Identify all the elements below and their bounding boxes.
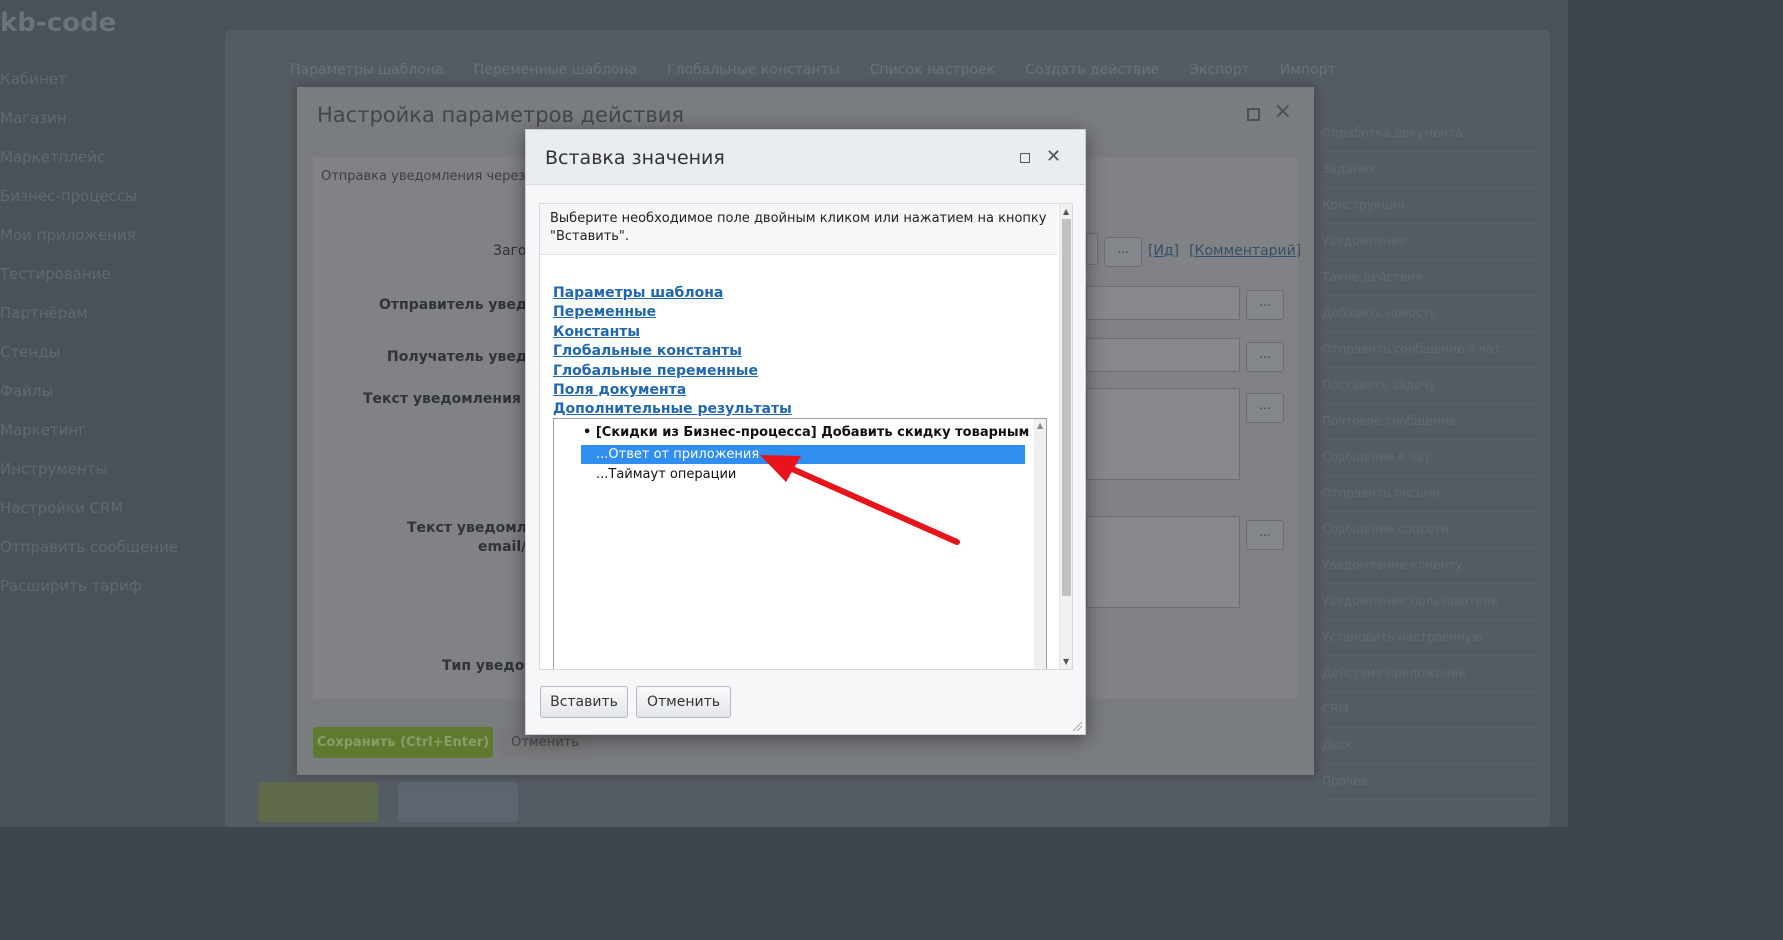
action-list-item-11: Сообщение соцсети (1322, 512, 1537, 548)
title-field-label: Заго (493, 243, 527, 259)
left-nav-item-0: Кабинет (0, 70, 67, 88)
action-list-item-9: Сообщение в чат (1322, 440, 1537, 476)
left-nav-item-2: Маркетплейс (0, 148, 106, 166)
scroll-down-icon[interactable]: ▼ (1063, 657, 1069, 666)
top-tab-5: Экспорт (1189, 62, 1250, 78)
action-list-item-13: Уведомление пользователя (1322, 584, 1537, 620)
top-tab-0: Параметры шаблона (290, 62, 444, 78)
action-list-item-5: Добавить новость (1322, 296, 1537, 332)
scroll-thumb[interactable] (1062, 219, 1071, 596)
title-dots-button[interactable]: ... (1104, 237, 1142, 267)
content-scrollbar[interactable]: ▲ ▼ (1059, 204, 1072, 669)
sender-input[interactable] (1086, 286, 1240, 320)
dialog-content: Выберите необходимое поле двойным кликом… (539, 203, 1073, 670)
top-tab-2: Глобальные константы (667, 62, 840, 78)
left-nav-item-9: Маркетинг (0, 421, 87, 439)
left-nav-item-3: Бизнес-процессы (0, 187, 137, 205)
tree-group-label: • [Скидки из Бизнес-процесса] Добавить с… (583, 425, 1047, 440)
text-dots-button[interactable]: ... (1246, 393, 1284, 423)
maximize-icon[interactable] (1247, 108, 1260, 121)
action-list-item-2: Конструкции (1322, 188, 1537, 224)
comment-link[interactable]: [Комментарий] (1189, 243, 1301, 259)
dialog-title: Вставка значения (545, 147, 725, 169)
tree-item-timeout[interactable]: ...Таймаут операции (581, 465, 1025, 484)
email-dots-button[interactable]: ... (1246, 520, 1284, 550)
app-logo: kb-code (0, 8, 117, 38)
parent-save-button[interactable]: Сохранить (Ctrl+Enter) (313, 727, 493, 758)
global-variables-link[interactable]: Глобальные переменные (553, 362, 792, 381)
close-icon[interactable]: ✕ (1046, 146, 1061, 167)
action-list-item-0: Обработка документа (1322, 116, 1537, 152)
action-list-item-14: Установить настроенную (1322, 620, 1537, 656)
parent-field-links: [Ид] [Комментарий] (1148, 243, 1311, 259)
parent-dialog-title: Настройка параметров действия (317, 103, 685, 127)
left-nav-item-11: Настройки CRM (0, 499, 124, 517)
type-label: Тип уведом (442, 658, 536, 674)
recipient-input[interactable] (1086, 338, 1240, 372)
action-list-item-17: Диск (1322, 728, 1537, 764)
constants-link[interactable]: Константы (553, 323, 792, 342)
left-nav-item-1: Магазин (0, 109, 67, 127)
variables-link[interactable]: Переменные (553, 303, 792, 322)
top-tab-3: Список настроек (869, 62, 996, 78)
insert-value-dialog: Вставка значения ✕ Выберите необходимое … (525, 129, 1086, 735)
top-tab-4: Создать действие (1025, 62, 1160, 78)
email-textarea[interactable] (1086, 516, 1240, 608)
global-constants-link[interactable]: Глобальные константы (553, 342, 792, 361)
scroll-up-icon[interactable]: ▲ (1063, 207, 1069, 216)
left-nav-item-12: Отправить сообщение (0, 538, 178, 556)
left-nav-item-7: Стенды (0, 343, 61, 361)
text-textarea[interactable] (1086, 388, 1240, 480)
action-list-item-6: Отправить сообщение в чат (1322, 332, 1537, 368)
instruction-text: Выберите необходимое поле двойным кликом… (540, 204, 1057, 255)
left-nav-item-6: Партнёрам (0, 304, 88, 322)
action-list-item-4: Такие действия (1322, 260, 1537, 296)
cancel-button[interactable]: Отменить (636, 686, 731, 718)
left-nav-item-8: Файлы (0, 382, 54, 400)
field-category-links: Параметры шаблона Переменные Константы Г… (553, 284, 792, 420)
insert-button[interactable]: Вставить (540, 686, 628, 718)
action-list-item-1: Задания (1322, 152, 1537, 188)
resize-handle-icon[interactable] (1072, 721, 1082, 731)
page-buttons (258, 782, 518, 822)
top-tab-1: Переменные шаблона (473, 62, 638, 78)
document-fields-link[interactable]: Поля документа (553, 381, 792, 400)
left-nav-item-5: Тестирование (0, 265, 111, 283)
results-tree[interactable]: • [Скидки из Бизнес-процесса] Добавить с… (553, 418, 1047, 669)
action-list-item-8: Почтовое сообщение (1322, 404, 1537, 440)
tree-item-app-response[interactable]: ...Ответ от приложения (581, 445, 1025, 464)
left-nav: Кабинет Магазин Маркетплейс Бизнес-процессы… (0, 60, 225, 606)
action-list-item-15: Действия приложений (1322, 656, 1537, 692)
additional-results-link[interactable]: Дополнительные результаты (553, 400, 792, 419)
action-list-item-10: Отправить письмо (1322, 476, 1537, 512)
maximize-icon[interactable] (1020, 153, 1030, 163)
id-link[interactable]: [Ид] (1148, 243, 1179, 259)
template-params-link[interactable]: Параметры шаблона (553, 284, 792, 303)
left-nav-item-10: Инструменты (0, 460, 108, 478)
parent-dialog-subtitle: Отправка уведомления через мо (321, 169, 548, 184)
dialog-header: Вставка значения ✕ (526, 130, 1085, 185)
action-list-item-12: Уведомление клиенту (1322, 548, 1537, 584)
sender-dots-button[interactable]: ... (1246, 290, 1284, 320)
top-tab-6: Импорт (1279, 62, 1336, 78)
action-list-item-7: Поставить задачу (1322, 368, 1537, 404)
actions-list: Обработка документа Задания Конструкции Уве… (1322, 116, 1537, 800)
recipient-dots-button[interactable]: ... (1246, 342, 1284, 372)
action-list-item-3: Уведомления (1322, 224, 1537, 260)
left-nav-item-4: Мои приложения (0, 226, 136, 244)
action-list-item-16: CRM (1322, 692, 1537, 728)
title-input[interactable] (1086, 233, 1098, 265)
left-nav-item-13: Расширить тариф (0, 577, 142, 595)
close-icon[interactable]: × (1274, 99, 1292, 124)
top-tabs: Параметры шаблона Переменные шаблона Глоба… (290, 62, 1336, 78)
tree-scrollbar[interactable]: ▲ (1034, 419, 1046, 669)
action-list-item-18: Прочее (1322, 764, 1537, 800)
